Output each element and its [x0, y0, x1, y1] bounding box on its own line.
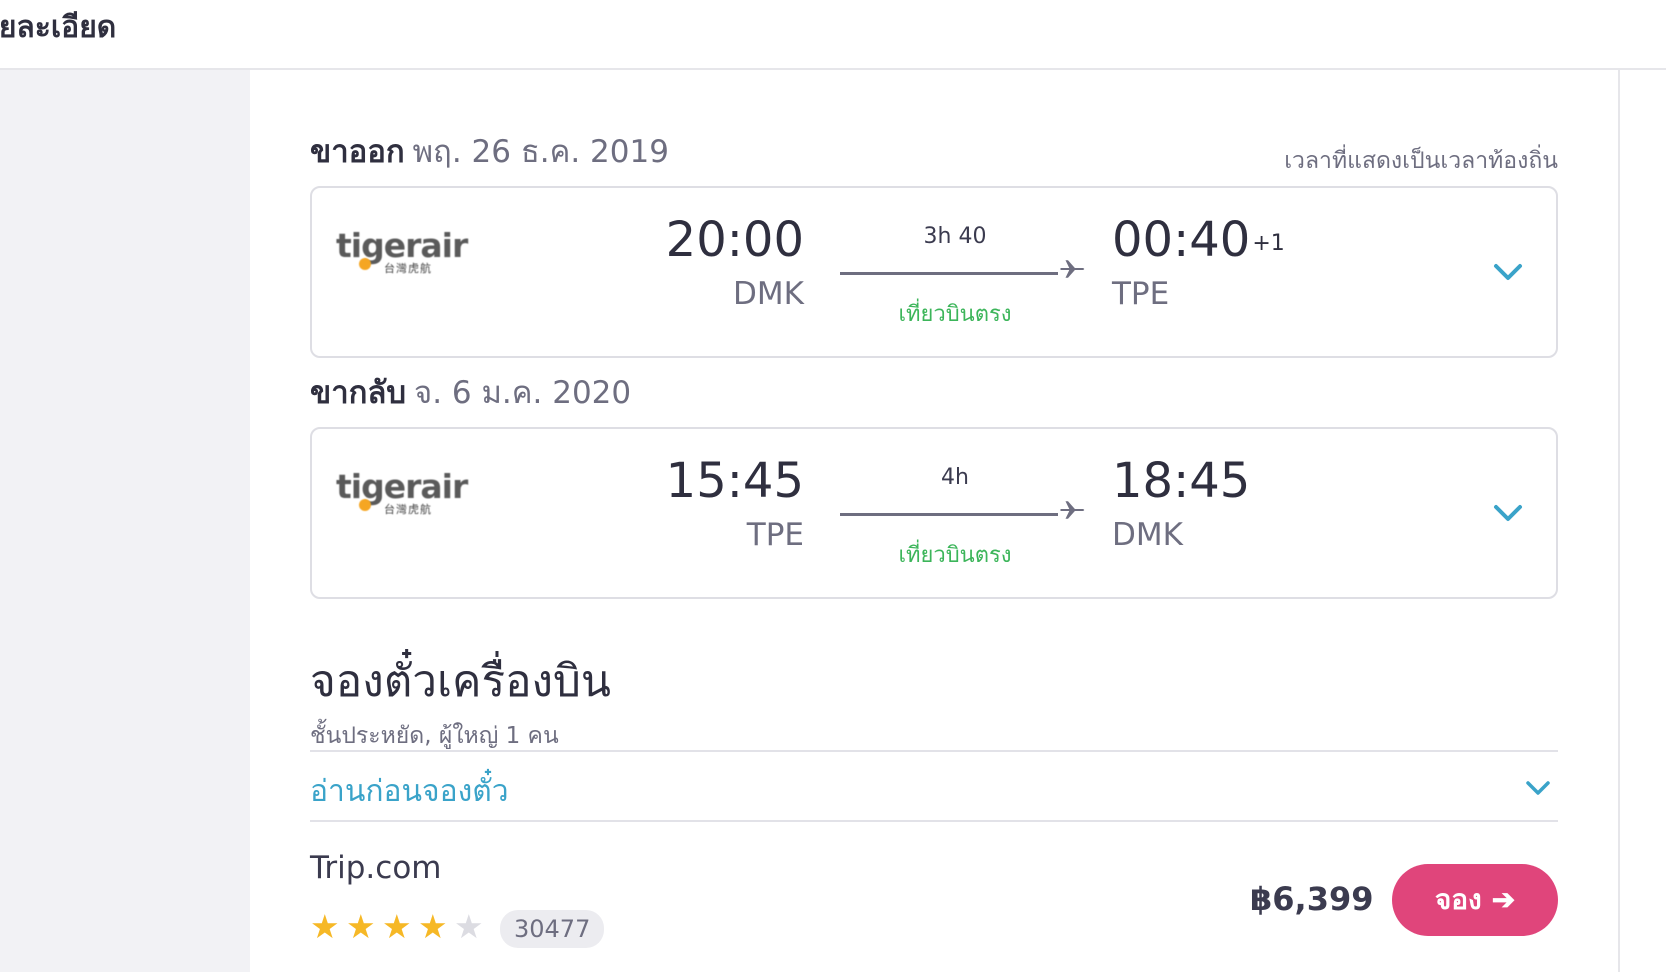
- read-before-booking-link[interactable]: อ่านก่อนจองตั๋ว: [310, 768, 509, 815]
- arrival-time-value: 00:40: [1112, 212, 1251, 268]
- price: ฿6,399: [1250, 880, 1374, 918]
- arrival-time: 00:40+1: [1112, 210, 1285, 270]
- outbound-label: ขาออก: [310, 134, 405, 170]
- booking-subtitle: ชั้นประหยัด, ผู้ใหญ่ 1 คน: [310, 723, 559, 749]
- route-line: [840, 272, 1058, 275]
- departure-airport: DMK: [733, 276, 804, 312]
- outbound-header: ขาออก พฤ. 26 ธ.ค. 2019: [310, 126, 669, 176]
- route-line: [840, 513, 1058, 516]
- star-icon: ★: [418, 907, 448, 946]
- airline-logo: tigerair 台灣虎航: [336, 467, 468, 527]
- star-icon: ★: [346, 907, 376, 946]
- flight-duration: 4h: [941, 465, 969, 490]
- review-count-badge: 30477: [500, 910, 605, 948]
- flight-duration: 3h 40: [923, 224, 987, 249]
- return-date: จ. 6 ม.ค. 2020: [414, 375, 632, 411]
- arrival-time: 18:45: [1112, 451, 1250, 511]
- return-header: ขากลับ จ. 6 ม.ค. 2020: [310, 367, 631, 417]
- arrival-time-value: 18:45: [1112, 453, 1251, 509]
- departure-airport: TPE: [746, 517, 804, 553]
- book-button[interactable]: จอง ➔: [1392, 864, 1558, 936]
- departure-time: 20:00: [665, 212, 804, 268]
- airline-logo: tigerair 台灣虎航: [336, 226, 468, 286]
- booking-title: จองตั๋วเครื่องบิน: [310, 656, 611, 707]
- direct-flight-label: เที่ยวบินตรง: [898, 302, 1012, 327]
- airline-logo-subtitle: 台灣虎航: [384, 503, 432, 516]
- arrow-right-icon: ➔: [1491, 884, 1516, 915]
- book-button-label: จอง: [1434, 884, 1482, 915]
- chevron-down-icon[interactable]: [1488, 252, 1528, 292]
- provider-name: Trip.com: [310, 850, 442, 886]
- read-before-booking-toggle[interactable]: อ่านก่อนจองตั๋ว: [310, 750, 1558, 822]
- direct-flight-label: เที่ยวบินตรง: [898, 543, 1012, 568]
- star-empty-icon: ★: [454, 907, 484, 946]
- day-offset: +1: [1252, 231, 1285, 256]
- chevron-down-icon[interactable]: [1522, 772, 1554, 804]
- airline-logo-subtitle: 台灣虎航: [384, 262, 432, 275]
- airplane-icon: [1058, 254, 1092, 288]
- return-flight-card[interactable]: tigerair 台灣虎航 15:45 TPE 4h เที่ยวบินตรง …: [310, 427, 1558, 599]
- outbound-date: พฤ. 26 ธ.ค. 2019: [412, 134, 669, 170]
- airplane-icon: [1058, 495, 1092, 529]
- star-icon: ★: [382, 907, 412, 946]
- logo-dot: [359, 499, 371, 511]
- chevron-down-icon[interactable]: [1488, 493, 1528, 533]
- arrival-airport: DMK: [1112, 517, 1183, 553]
- departure-time: 15:45: [665, 453, 804, 509]
- local-time-note: เวลาที่แสดงเป็นเวลาท้องถิ่น: [1284, 148, 1558, 174]
- star-icon: ★: [310, 907, 340, 946]
- arrival-airport: TPE: [1112, 276, 1170, 312]
- outbound-flight-card[interactable]: tigerair 台灣虎航 20:00 DMK 3h 40 เที่ยวบินต…: [310, 186, 1558, 358]
- left-sidebar: [0, 70, 250, 972]
- page-title: ายละเอียด: [0, 10, 117, 45]
- logo-dot: [359, 258, 371, 270]
- rating-stars: ★ ★ ★ ★ ★: [310, 910, 490, 944]
- return-label: ขากลับ: [310, 375, 407, 411]
- right-sidebar: [1618, 70, 1666, 972]
- top-bar: ายละเอียด: [0, 0, 1666, 70]
